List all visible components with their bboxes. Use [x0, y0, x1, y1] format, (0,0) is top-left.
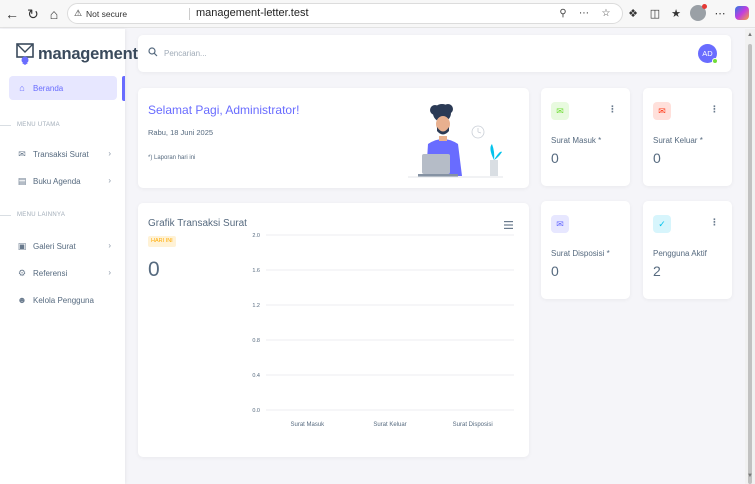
mail-icon: ✉	[18, 149, 26, 159]
sidebar-item-label: Beranda	[33, 83, 64, 93]
sidebar: management ⌂ Beranda MENU UTAMA ✉ Transa…	[0, 29, 138, 484]
kebab-menu-icon[interactable]: ⋮	[608, 104, 617, 115]
y-tick-label: 0.0	[252, 408, 260, 414]
stat-card-pengguna-aktif: ✓ ⋮ Pengguna Aktif 2	[643, 201, 732, 299]
welcome-card: Selamat Pagi, Administrator! Rabu, 18 Ju…	[138, 88, 529, 188]
x-tick-label: Surat Keluar	[373, 422, 406, 428]
y-tick-label: 2.0	[252, 233, 260, 239]
scrollbar-thumb[interactable]	[748, 44, 752, 484]
sidebar-item-buku-agenda[interactable]: ▤ Buku Agenda ›	[9, 169, 117, 193]
scroll-down-icon[interactable]: ▼	[747, 473, 753, 479]
y-tick-label: 1.2	[252, 303, 260, 309]
total-count: 0	[148, 258, 160, 281]
book-icon: ▤	[17, 176, 27, 186]
settings-icon: ⚙	[17, 268, 27, 278]
avatar-initials: AD	[702, 49, 713, 58]
stat-value: 0	[551, 263, 559, 279]
stat-value: 0	[551, 150, 559, 166]
kebab-menu-icon[interactable]: ⋮	[710, 217, 719, 228]
sidebar-item-label: Galeri Surat	[33, 241, 76, 251]
chevron-right-icon: ›	[108, 268, 111, 277]
brand-logo-icon	[16, 43, 34, 65]
mail-in-icon: ✉	[551, 102, 569, 120]
sidebar-item-galeri-surat[interactable]: ▣ Galeri Surat ›	[9, 234, 117, 258]
brand-name: management	[38, 45, 138, 63]
sidebar-item-kelola-pengguna[interactable]: ☻ Kelola Pengguna	[9, 288, 117, 312]
search-input[interactable]	[164, 46, 464, 60]
transactions-bar-chart: 0.0 0.4 0.8 1.2 1.6 2.0 Surat Masuk Surat Kelua…	[252, 233, 514, 428]
divider	[189, 8, 190, 20]
menu-header-lainnya: MENU LAINNYA	[0, 212, 66, 218]
y-tick-label: 1.6	[252, 268, 260, 274]
url-text[interactable]: management-letter.test	[196, 7, 309, 19]
home-icon: ⌂	[19, 83, 25, 93]
menu-header-utama: MENU UTAMA	[0, 122, 60, 128]
active-indicator	[122, 76, 125, 101]
favorite-star-icon[interactable]: ☆	[599, 7, 613, 21]
stat-card-surat-keluar: ✉ ⋮ Surat Keluar * 0	[643, 88, 732, 186]
stat-label: Surat Masuk *	[551, 136, 602, 145]
gallery-icon: ▣	[17, 241, 27, 251]
stat-label: Pengguna Aktif	[653, 249, 707, 258]
sidebar-item-label: Transaksi Surat	[33, 149, 89, 159]
user-icon: ☻	[17, 295, 27, 305]
chart-card: Grafik Transaksi Surat HARI INI 0 0.0 0.4…	[138, 203, 529, 457]
sidebar-item-label: Kelola Pengguna	[33, 295, 94, 305]
security-label[interactable]: Not secure	[86, 9, 127, 19]
y-tick-label: 0.8	[252, 338, 260, 344]
back-icon[interactable]: ←	[3, 5, 21, 23]
split-screen-icon[interactable]: ◫	[647, 6, 663, 22]
stat-card-surat-masuk: ✉ ⋮ Surat Masuk * 0	[541, 88, 630, 186]
mail-out-icon: ✉	[653, 102, 671, 120]
welcome-note: *) Laporan hari ini	[148, 155, 196, 161]
zoom-icon[interactable]: ⚲	[556, 7, 570, 21]
stat-value: 0	[653, 150, 661, 166]
sidebar-item-label: Buku Agenda	[33, 176, 81, 186]
vertical-scrollbar[interactable]: ▲ ▼	[745, 29, 755, 484]
chart-title: Grafik Transaksi Surat	[148, 218, 247, 229]
top-navbar: AD	[138, 35, 731, 72]
reload-icon[interactable]: ↻	[24, 5, 42, 23]
chevron-right-icon: ›	[108, 149, 111, 158]
x-tick-label: Surat Disposisi	[453, 422, 493, 428]
warning-icon: ⚠	[74, 8, 83, 18]
sidebar-item-label: Referensi	[33, 268, 68, 278]
more-tools-icon[interactable]: ⋯	[577, 7, 591, 21]
kebab-menu-icon[interactable]: ⋮	[710, 104, 719, 115]
stat-label: Surat Keluar *	[653, 136, 703, 145]
search-icon	[148, 47, 158, 57]
period-badge: HARI INI	[148, 236, 176, 247]
sidebar-item-referensi[interactable]: ⚙ Referensi ›	[9, 261, 117, 285]
browser-toolbar: ← ↻ ⌂ ⚠ Not secure management-letter.tes…	[0, 0, 755, 28]
favorites-icon[interactable]: ★	[668, 6, 684, 22]
scroll-up-icon[interactable]: ▲	[747, 32, 753, 38]
stat-label: Surat Disposisi *	[551, 249, 610, 258]
address-bar[interactable]: ⚠ Not secure management-letter.test ⚲ ⋯ …	[67, 3, 623, 24]
man-with-laptop-illustration	[408, 104, 503, 178]
home-browser-icon[interactable]: ⌂	[45, 5, 63, 23]
sidebar-item-transaksi-surat[interactable]: ✉ Transaksi Surat ›	[9, 142, 117, 166]
stat-card-surat-disposisi: ✉ Surat Disposisi * 0	[541, 201, 630, 299]
more-icon[interactable]: ⋯	[712, 6, 728, 22]
x-tick-label: Surat Masuk	[290, 422, 325, 428]
sidebar-item-beranda[interactable]: ⌂ Beranda	[9, 76, 117, 100]
mail-disposition-icon: ✉	[551, 215, 569, 233]
welcome-date: Rabu, 18 Juni 2025	[148, 128, 214, 137]
chevron-right-icon: ›	[108, 241, 111, 250]
y-tick-label: 0.4	[252, 373, 260, 379]
profile-avatar[interactable]	[690, 4, 707, 21]
online-status-dot	[712, 58, 718, 64]
welcome-title: Selamat Pagi, Administrator!	[148, 103, 300, 117]
user-check-icon: ✓	[653, 215, 671, 233]
copilot-icon[interactable]	[735, 6, 749, 20]
extensions-icon[interactable]: ❖	[625, 6, 641, 22]
stat-value: 2	[653, 263, 661, 279]
chevron-right-icon: ›	[108, 176, 111, 185]
avatar[interactable]: AD	[698, 44, 718, 64]
